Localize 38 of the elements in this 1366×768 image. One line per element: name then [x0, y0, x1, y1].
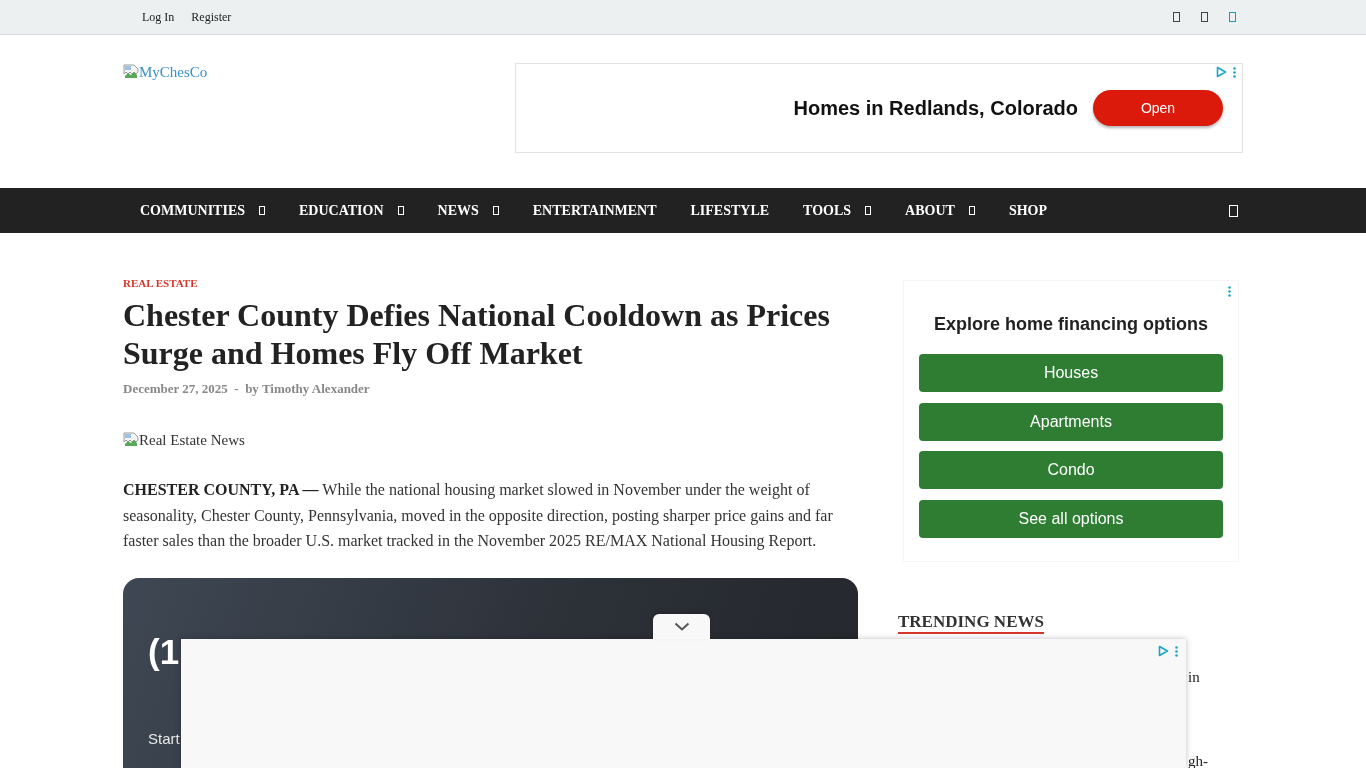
trending-link[interactable]: in	[1188, 668, 1200, 686]
ad-title: Explore home financing options	[934, 313, 1208, 335]
nav-item[interactable]: ENTERTAINMENT	[515, 202, 674, 219]
play-triangle-icon[interactable]	[1158, 645, 1169, 657]
article-meta: December 27, 2025 - by Timothy Alexander	[123, 381, 370, 397]
logo-link[interactable]: MyChesCo	[123, 63, 208, 81]
nav-item[interactable]: ABOUT	[888, 202, 992, 219]
ad-headline: Homes in Redlands, Colorado	[793, 96, 1078, 120]
kebab-menu-icon[interactable]	[1228, 286, 1231, 297]
card-heading: (1	[148, 631, 180, 672]
option-button[interactable]: Condo	[919, 451, 1223, 490]
option-button[interactable]: See all options	[919, 500, 1223, 539]
broken-image-icon	[123, 64, 139, 80]
nav-item[interactable]: NEWS	[420, 202, 516, 219]
missing-glyph-icon[interactable]	[1201, 12, 1208, 22]
section-heading: TRENDING NEWS	[898, 612, 1044, 634]
nav-item[interactable]: COMMUNITIES	[123, 202, 282, 219]
collapse-tab[interactable]	[653, 614, 710, 639]
nav-item[interactable]: TOOLS	[786, 202, 889, 219]
image-alt-text: Real Estate News	[139, 431, 245, 449]
article-title: Chester County Defies National Cooldown as Prices Surge and Homes Fly Off Market	[123, 296, 831, 372]
account-link[interactable]: Register	[191, 9, 232, 25]
open-button[interactable]: Open	[1093, 90, 1223, 126]
missing-glyph-icon[interactable]	[1173, 12, 1180, 22]
nav-item[interactable]: SHOP	[991, 202, 1064, 219]
option-button[interactable]: Apartments	[919, 402, 1223, 441]
nav-item[interactable]: EDUCATION	[282, 202, 421, 219]
option-button[interactable]: Houses	[919, 354, 1223, 392]
chevron-down-icon	[673, 622, 690, 631]
card-text: Start	[148, 729, 180, 748]
account-link[interactable]: Log In	[142, 9, 175, 25]
broken-image-icon	[123, 432, 139, 448]
play-triangle-icon[interactable]	[1216, 66, 1227, 78]
kebab-menu-icon[interactable]	[1233, 66, 1236, 78]
kebab-menu-icon[interactable]	[1175, 645, 1178, 657]
nav-item[interactable]: LIFESTYLE	[673, 202, 787, 219]
category-link[interactable]: REAL ESTATE	[123, 276, 198, 290]
article-lead: CHESTER COUNTY, PA — While the national housing market slowed in November under the weight of seasonality, Chester County, Pennsylvania, moved in the opposite direction, posting sharper price gains and far faster sales than the broader U.S. market tracked in the November 2025 RE/MAX National Housing Report.	[123, 480, 834, 552]
